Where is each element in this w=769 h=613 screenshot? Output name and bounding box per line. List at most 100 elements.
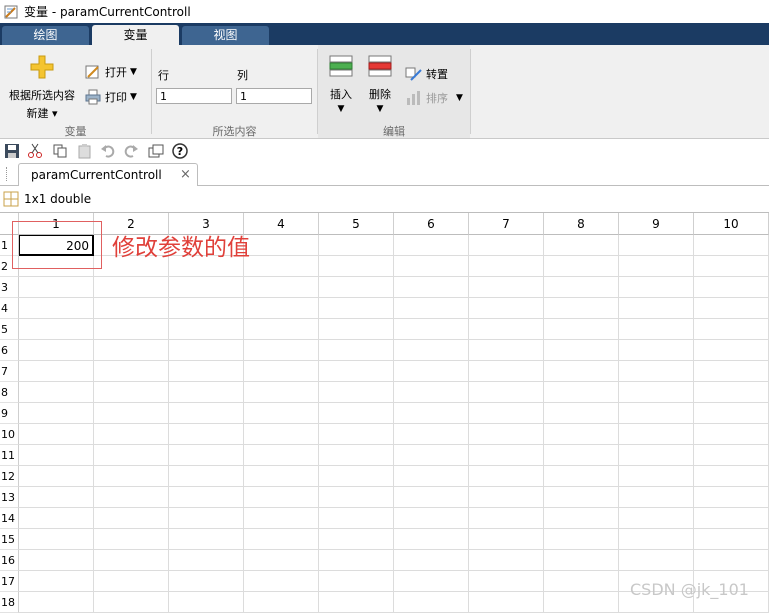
- copy-icon[interactable]: [52, 143, 68, 159]
- table-cell[interactable]: [469, 529, 544, 550]
- table-cell[interactable]: [19, 298, 94, 319]
- table-cell[interactable]: [19, 361, 94, 382]
- table-cell[interactable]: [619, 382, 694, 403]
- row-header[interactable]: 8: [0, 382, 19, 403]
- table-cell[interactable]: [544, 508, 619, 529]
- table-cell[interactable]: [544, 361, 619, 382]
- transpose-button[interactable]: 转置: [405, 66, 448, 82]
- tab-paramCurrentControll[interactable]: paramCurrentControll ×: [18, 163, 198, 186]
- row-header[interactable]: 9: [0, 403, 19, 424]
- table-cell[interactable]: [169, 277, 244, 298]
- table-cell[interactable]: [469, 340, 544, 361]
- table-cell[interactable]: [694, 466, 769, 487]
- row-header[interactable]: 3: [0, 277, 19, 298]
- table-cell[interactable]: [319, 403, 394, 424]
- table-cell[interactable]: [619, 466, 694, 487]
- table-cell[interactable]: [244, 256, 319, 277]
- table-cell[interactable]: [469, 235, 544, 256]
- table-cell[interactable]: [319, 508, 394, 529]
- open-button[interactable]: 打开 ▼: [85, 64, 137, 80]
- table-cell[interactable]: [394, 487, 469, 508]
- tab-view[interactable]: 视图: [182, 26, 269, 45]
- table-cell[interactable]: [19, 466, 94, 487]
- table-cell[interactable]: [544, 487, 619, 508]
- table-cell[interactable]: [94, 361, 169, 382]
- table-cell[interactable]: [244, 277, 319, 298]
- table-cell[interactable]: [619, 298, 694, 319]
- table-cell[interactable]: [619, 550, 694, 571]
- table-cell[interactable]: [469, 571, 544, 592]
- table-cell[interactable]: [94, 403, 169, 424]
- table-cell[interactable]: [469, 508, 544, 529]
- table-cell[interactable]: [544, 424, 619, 445]
- table-cell[interactable]: [169, 403, 244, 424]
- row-header[interactable]: 6: [0, 340, 19, 361]
- row-header[interactable]: 12: [0, 466, 19, 487]
- table-cell[interactable]: [469, 550, 544, 571]
- table-cell[interactable]: [544, 319, 619, 340]
- table-cell[interactable]: [94, 298, 169, 319]
- table-cell[interactable]: [94, 445, 169, 466]
- table-cell[interactable]: [694, 550, 769, 571]
- table-cell[interactable]: [19, 487, 94, 508]
- table-cell[interactable]: [394, 235, 469, 256]
- table-cell[interactable]: [244, 424, 319, 445]
- table-cell[interactable]: [169, 340, 244, 361]
- table-cell[interactable]: [169, 445, 244, 466]
- table-cell[interactable]: [394, 340, 469, 361]
- table-cell[interactable]: [469, 487, 544, 508]
- save-icon[interactable]: [4, 143, 20, 159]
- table-cell[interactable]: [694, 340, 769, 361]
- column-header[interactable]: 9: [619, 213, 694, 235]
- column-header[interactable]: 7: [469, 213, 544, 235]
- column-header[interactable]: 4: [244, 213, 319, 235]
- tab-plots[interactable]: 绘图: [2, 26, 89, 45]
- table-cell[interactable]: [394, 382, 469, 403]
- column-header[interactable]: 5: [319, 213, 394, 235]
- table-cell[interactable]: [394, 256, 469, 277]
- table-cell[interactable]: [394, 277, 469, 298]
- row-header[interactable]: 5: [0, 319, 19, 340]
- row-header[interactable]: 18: [0, 592, 19, 613]
- table-cell[interactable]: [19, 445, 94, 466]
- table-cell[interactable]: [319, 256, 394, 277]
- table-cell[interactable]: [244, 235, 319, 256]
- table-cell[interactable]: [544, 277, 619, 298]
- table-cell[interactable]: [619, 445, 694, 466]
- table-cell[interactable]: [694, 235, 769, 256]
- table-cell[interactable]: [19, 424, 94, 445]
- table-cell[interactable]: [19, 592, 94, 613]
- table-cell[interactable]: [169, 466, 244, 487]
- table-cell[interactable]: [394, 571, 469, 592]
- table-cell[interactable]: [469, 382, 544, 403]
- table-cell[interactable]: [94, 571, 169, 592]
- column-header[interactable]: 2: [94, 213, 169, 235]
- table-cell[interactable]: [394, 466, 469, 487]
- column-header[interactable]: 3: [169, 213, 244, 235]
- table-cell[interactable]: [394, 319, 469, 340]
- table-cell[interactable]: [94, 466, 169, 487]
- table-cell[interactable]: [169, 508, 244, 529]
- table-cell[interactable]: [94, 508, 169, 529]
- table-cell[interactable]: [319, 592, 394, 613]
- row-header[interactable]: 15: [0, 529, 19, 550]
- table-cell[interactable]: [619, 256, 694, 277]
- table-cell[interactable]: [94, 340, 169, 361]
- table-cell[interactable]: [544, 466, 619, 487]
- table-cell[interactable]: [469, 424, 544, 445]
- column-header[interactable]: 10: [694, 213, 769, 235]
- cut-icon[interactable]: [27, 143, 43, 159]
- table-cell[interactable]: [319, 571, 394, 592]
- table-cell[interactable]: [169, 487, 244, 508]
- table-cell[interactable]: [319, 361, 394, 382]
- table-cell[interactable]: [169, 550, 244, 571]
- row-header[interactable]: 4: [0, 298, 19, 319]
- table-cell[interactable]: [694, 529, 769, 550]
- table-cell[interactable]: [694, 445, 769, 466]
- table-cell[interactable]: [544, 571, 619, 592]
- table-cell[interactable]: [244, 445, 319, 466]
- table-cell[interactable]: [469, 277, 544, 298]
- table-cell[interactable]: [94, 529, 169, 550]
- table-cell[interactable]: [169, 382, 244, 403]
- table-cell[interactable]: [319, 445, 394, 466]
